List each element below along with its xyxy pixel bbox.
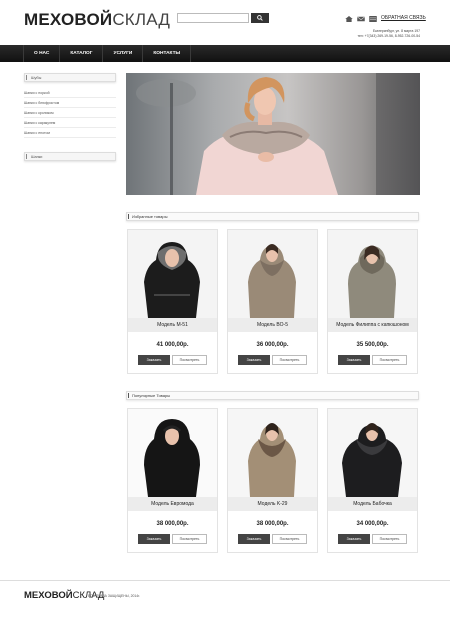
- product-name[interactable]: Модель K-29: [228, 497, 317, 511]
- contact-info: Екатеринбург, ул. 8 марта 197 тел: +7(34…: [358, 29, 420, 39]
- view-button[interactable]: Посмотреть: [372, 534, 407, 544]
- hero-banner: [126, 73, 420, 195]
- order-button[interactable]: Заказать: [338, 355, 370, 365]
- view-button[interactable]: Посмотреть: [272, 534, 307, 544]
- product-name[interactable]: Модель BO-5: [228, 318, 317, 332]
- footer-divider: [0, 580, 450, 581]
- feedback-link[interactable]: ОБРАТНАЯ СВЯЗЬ: [381, 15, 426, 21]
- search-icon: [257, 15, 263, 21]
- popular-section-title: Популярные Товары: [126, 391, 419, 400]
- product-price: 38 000,00р.: [156, 521, 189, 527]
- featured-section-title: Избранные товары: [126, 212, 419, 221]
- nav-item-catalog[interactable]: КАТАЛОГ: [60, 45, 104, 62]
- nav-item-contacts[interactable]: КОНТАКТЫ: [143, 45, 192, 62]
- view-button[interactable]: Посмотреть: [372, 355, 407, 365]
- view-button[interactable]: Посмотреть: [172, 534, 207, 544]
- site-logo[interactable]: МЕХОВОЙСКЛАД: [24, 10, 170, 30]
- mail-icon[interactable]: [357, 16, 365, 22]
- product-card[interactable]: Модель Евромода 38 000,00р. Заказать Пос…: [127, 408, 218, 553]
- footer-logo-bold: МЕХОВОЙ: [24, 590, 73, 601]
- order-button[interactable]: Заказать: [338, 534, 370, 544]
- sidebar-item[interactable]: Шапки с блюфростом: [24, 98, 116, 108]
- sidebar-item[interactable]: Шапки с каракулем: [24, 118, 116, 128]
- sidebar-item[interactable]: Шапки с енотом: [24, 128, 116, 138]
- view-button[interactable]: Посмотреть: [172, 355, 207, 365]
- product-card[interactable]: Модель М-51 41 000,00р. Заказать Посмотр…: [127, 229, 218, 374]
- product-card[interactable]: Модель BO-5 36 000,00р. Заказать Посмотр…: [227, 229, 318, 374]
- product-image[interactable]: [228, 409, 317, 497]
- nav-item-services[interactable]: УСЛУГИ: [103, 45, 144, 62]
- product-image[interactable]: [328, 409, 417, 497]
- logo-light-text: СКЛАД: [112, 10, 171, 29]
- product-image[interactable]: [128, 230, 217, 318]
- product-card[interactable]: Модель Филиппа с капюшоном 35 500,00р. З…: [327, 229, 418, 374]
- sitemap-icon[interactable]: [369, 16, 377, 22]
- phone-line: тел: +7(343) 269-19-56, 8-952-726-00-54: [357, 34, 420, 38]
- main-nav: О НАС КАТАЛОГ УСЛУГИ КОНТАКТЫ: [0, 45, 450, 62]
- order-button[interactable]: Заказать: [238, 534, 270, 544]
- product-name[interactable]: Модель Бабочка: [328, 497, 417, 511]
- search-button[interactable]: [251, 13, 269, 23]
- sidebar-item[interactable]: Шапки с норкой: [24, 88, 116, 98]
- product-price: 36 000,00р.: [256, 342, 289, 348]
- product-price: 34 000,00р.: [356, 521, 389, 527]
- sidebar-list: Шапки с норкой Шапки с блюфростом Шапки …: [24, 88, 116, 138]
- product-card[interactable]: Модель Бабочка 34 000,00р. Заказать Посм…: [327, 408, 418, 553]
- order-button[interactable]: Заказать: [238, 355, 270, 365]
- product-card[interactable]: Модель K-29 38 000,00р. Заказать Посмотр…: [227, 408, 318, 553]
- product-image[interactable]: [228, 230, 317, 318]
- product-name[interactable]: Модель М-51: [128, 318, 217, 332]
- nav-item-about[interactable]: О НАС: [23, 45, 61, 62]
- search-input[interactable]: [177, 13, 249, 23]
- product-image[interactable]: [128, 409, 217, 497]
- product-name[interactable]: Модель Евромода: [128, 497, 217, 511]
- product-price: 35 500,00р.: [356, 342, 389, 348]
- copyright-text: ВСЕ ПРАВА ЗАЩИЩЕНЫ, 2014г.: [88, 594, 140, 598]
- home-icon[interactable]: [345, 16, 353, 22]
- view-button[interactable]: Посмотреть: [272, 355, 307, 365]
- hero-image: [136, 73, 420, 195]
- product-name[interactable]: Модель Филиппа с капюшоном: [328, 318, 417, 332]
- product-price: 38 000,00р.: [256, 521, 289, 527]
- sidebar-item[interactable]: Шапки с кроликом: [24, 108, 116, 118]
- product-image[interactable]: [328, 230, 417, 318]
- order-button[interactable]: Заказать: [138, 534, 170, 544]
- product-price: 41 000,00р.: [156, 342, 189, 348]
- sidebar-category-hats[interactable]: Шапки: [24, 152, 116, 161]
- sidebar-category-furs[interactable]: Шубы: [24, 73, 116, 82]
- logo-bold-text: МЕХОВОЙ: [24, 10, 113, 29]
- order-button[interactable]: Заказать: [138, 355, 170, 365]
